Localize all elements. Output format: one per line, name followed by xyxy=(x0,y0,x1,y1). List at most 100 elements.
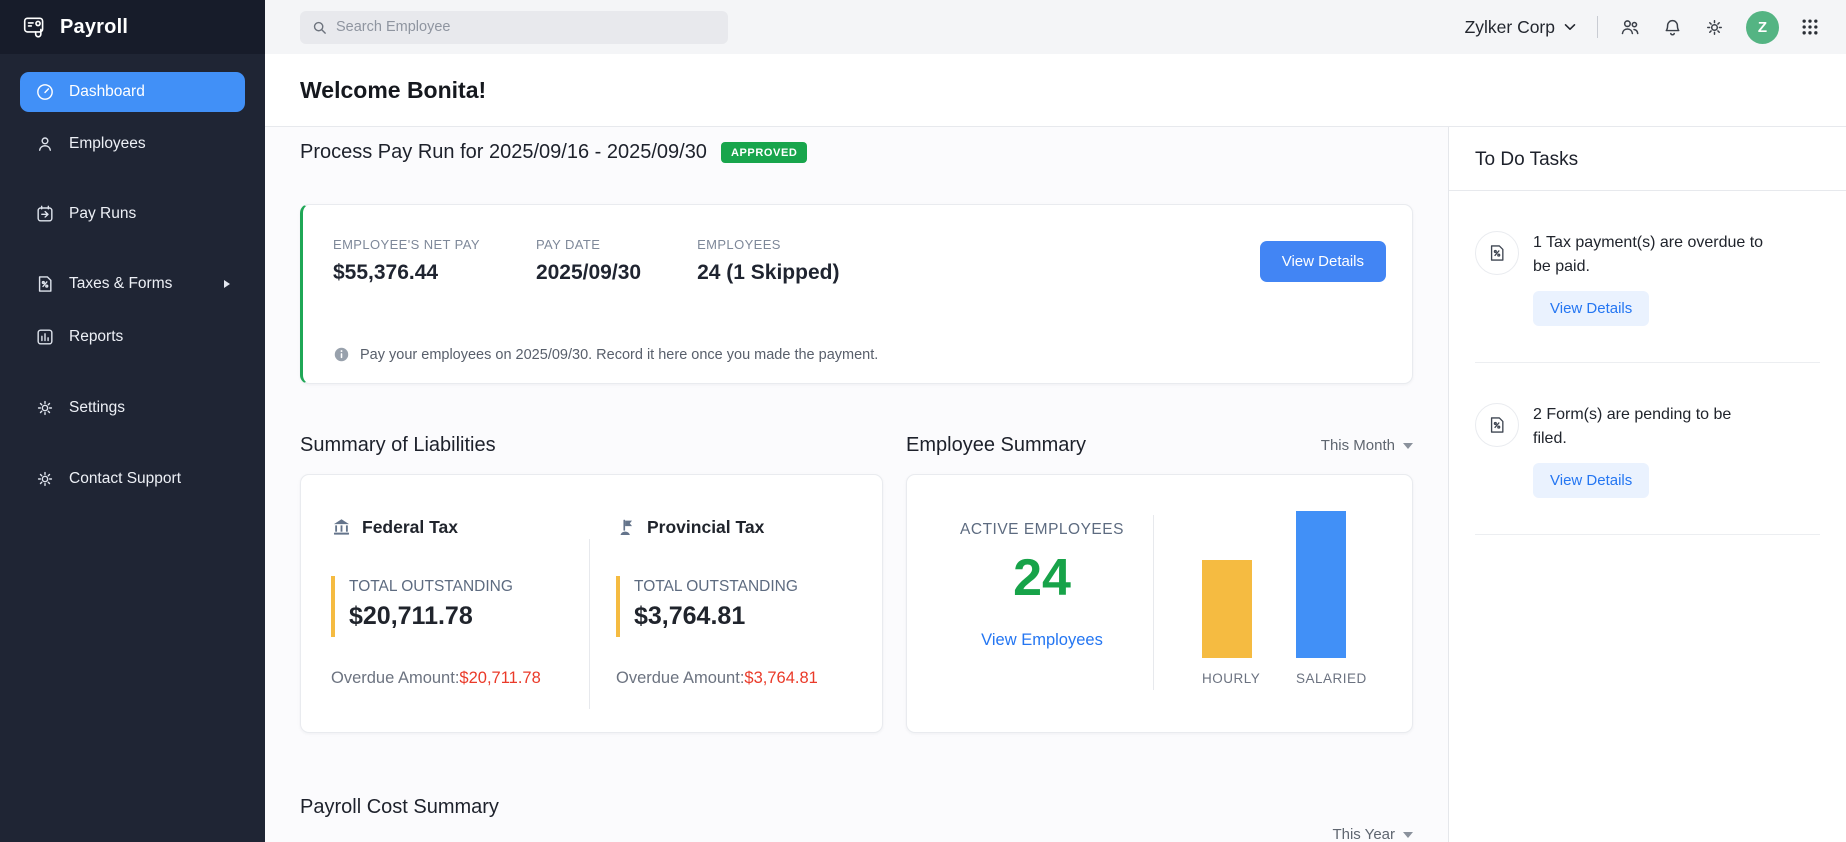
settings-gear-icon-topbar[interactable] xyxy=(1704,17,1725,38)
avatar[interactable]: Z xyxy=(1746,10,1779,44)
outstanding-label: TOTAL OUTSTANDING xyxy=(634,578,798,595)
stat-label: EMPLOYEES xyxy=(697,237,781,252)
dropdown-arrow-icon xyxy=(1403,831,1413,838)
stat-value: 24 (1 Skipped) xyxy=(697,261,840,284)
stat-label: EMPLOYEE'S NET PAY xyxy=(333,237,480,252)
org-switcher[interactable]: Zylker Corp xyxy=(1465,17,1576,38)
period-dropdown-this-year[interactable]: This Year xyxy=(1332,826,1413,842)
task-divider xyxy=(1475,534,1820,535)
period-value: This Year xyxy=(1332,826,1395,842)
tax-name: Federal Tax xyxy=(362,517,458,537)
pay-date-stat: PAY DATE 2025/09/30 xyxy=(536,237,641,285)
info-icon xyxy=(334,347,349,362)
payroll-dashboard: Payroll Dashboard Employees Pay Runs Tax… xyxy=(0,0,1846,842)
dashboard-icon xyxy=(35,82,55,102)
task-document-icon xyxy=(1475,231,1519,275)
hourly-bar xyxy=(1202,560,1252,658)
stat-label: PAY DATE xyxy=(535,237,601,252)
task-view-details-button[interactable]: View Details xyxy=(1533,463,1650,498)
sidebar-item-settings[interactable]: Settings xyxy=(20,388,245,428)
todo-task-pending-forms: 2 Form(s) are pending to be filed. View … xyxy=(1475,363,1820,535)
sidebar: Payroll Dashboard Employees Pay Runs Tax… xyxy=(0,0,265,842)
payrun-heading: Process Pay Run for 2025/09/16 - 2025/09… xyxy=(300,141,707,163)
sidebar-item-label: Reports xyxy=(69,328,124,345)
taxes-forms-icon xyxy=(35,274,55,294)
todo-heading: To Do Tasks xyxy=(1449,127,1846,191)
dropdown-arrow-icon xyxy=(1403,442,1413,449)
task-text: 1 Tax payment(s) are overdue to be paid. xyxy=(1533,234,1764,275)
sidebar-item-taxes-forms[interactable]: Taxes & Forms xyxy=(20,264,245,304)
outstanding-amount: $20,711.78 xyxy=(349,602,473,630)
topbar: Zylker Corp xyxy=(265,0,1846,54)
todo-task-tax-payments: 1 Tax payment(s) are overdue to be paid.… xyxy=(1475,191,1820,363)
column-divider xyxy=(589,539,590,709)
reports-icon xyxy=(35,327,55,347)
sidebar-item-label: Pay Runs xyxy=(69,205,137,222)
employees-icon xyxy=(35,134,55,154)
chevron-right-icon xyxy=(224,280,230,288)
period-dropdown-this-month[interactable]: This Month xyxy=(1321,437,1413,454)
overdue-label: Overdue Amount: xyxy=(616,669,745,687)
welcome-banner: Welcome Bonita! xyxy=(265,54,1846,127)
provincial-tax-column: Provincial Tax TOTAL OUTSTANDING $3,764.… xyxy=(616,517,854,732)
federal-tax-column: Federal Tax TOTAL OUTSTANDING $20,711.78… xyxy=(331,517,569,732)
app-title: Payroll xyxy=(60,15,129,38)
outstanding-label: TOTAL OUTSTANDING xyxy=(349,578,513,595)
org-name: Zylker Corp xyxy=(1464,16,1555,37)
sidebar-item-label: Settings xyxy=(69,399,126,416)
status-badge: APPROVED xyxy=(720,142,808,163)
stat-value: $55,376.44 xyxy=(333,261,439,284)
overdue-amount: $20,711.78 xyxy=(459,669,541,687)
sidebar-item-reports[interactable]: Reports xyxy=(20,317,245,357)
todo-panel: To Do Tasks 1 Tax payment(s) are overdue… xyxy=(1448,127,1846,842)
page-title: Welcome Bonita! xyxy=(300,76,487,103)
employee-summary-heading: Employee Summary xyxy=(906,434,1087,456)
active-employees-label: ACTIVE EMPLOYEES xyxy=(960,521,1124,538)
sidebar-item-dashboard[interactable]: Dashboard xyxy=(20,72,245,112)
search-box xyxy=(300,10,728,44)
payroll-cost-heading: Payroll Cost Summary xyxy=(300,796,499,818)
period-value: This Month xyxy=(1320,437,1395,454)
overdue-row: Overdue Amount:$20,711.78 xyxy=(331,669,569,688)
sidebar-item-label: Contact Support xyxy=(69,470,182,487)
payrun-note: Pay your employees on 2025/09/30. Record… xyxy=(360,346,879,363)
flag-icon xyxy=(620,519,633,536)
task-view-details-button[interactable]: View Details xyxy=(1533,291,1650,326)
tax-name: Provincial Tax xyxy=(647,517,765,537)
liabilities-card: Federal Tax TOTAL OUTSTANDING $20,711.78… xyxy=(300,474,883,733)
outstanding-amount: $3,764.81 xyxy=(634,602,746,630)
hourly-label: HOURLY xyxy=(1202,671,1261,686)
salaried-bar xyxy=(1296,511,1346,658)
employee-summary-card: ACTIVE EMPLOYEES 24 View Employees HOURL… xyxy=(906,474,1413,733)
liabilities-heading: Summary of Liabilities xyxy=(300,434,496,456)
overdue-amount: $3,764.81 xyxy=(744,669,818,687)
search-input[interactable] xyxy=(300,10,728,44)
contact-support-icon xyxy=(35,469,55,489)
dashboard-content: Process Pay Run for 2025/09/16 - 2025/09… xyxy=(265,127,1448,842)
chart-divider xyxy=(1153,515,1154,690)
app-logo: Payroll xyxy=(0,0,265,54)
employee-type-bar-chart: HOURLY SALARIED xyxy=(1160,509,1388,732)
task-document-icon xyxy=(1475,403,1519,447)
bank-building-icon xyxy=(333,519,350,535)
stat-value: 2025/09/30 xyxy=(535,261,642,284)
task-text: 2 Form(s) are pending to be filed. xyxy=(1533,406,1732,447)
sidebar-item-pay-runs[interactable]: Pay Runs xyxy=(20,194,245,234)
overdue-row: Overdue Amount:$3,764.81 xyxy=(616,669,854,688)
salaried-label: SALARIED xyxy=(1296,671,1367,686)
topbar-divider xyxy=(1597,16,1598,38)
view-employees-link[interactable]: View Employees xyxy=(981,631,1103,650)
sidebar-item-contact-support[interactable]: Contact Support xyxy=(20,459,245,499)
overdue-label: Overdue Amount: xyxy=(331,669,460,687)
sidebar-nav: Dashboard Employees Pay Runs Taxes & For… xyxy=(0,72,265,499)
net-pay-stat: EMPLOYEE'S NET PAY $55,376.44 xyxy=(333,237,480,285)
sidebar-item-employees[interactable]: Employees xyxy=(20,124,245,164)
employees-stat: EMPLOYEES 24 (1 Skipped) xyxy=(697,237,839,285)
apps-grid-icon[interactable] xyxy=(1800,17,1820,37)
users-icon[interactable] xyxy=(1619,16,1641,38)
view-details-button[interactable]: View Details xyxy=(1259,240,1386,282)
chevron-down-icon xyxy=(1564,24,1576,30)
notifications-bell-icon[interactable] xyxy=(1662,17,1683,38)
search-icon xyxy=(313,21,326,34)
sidebar-item-label: Dashboard xyxy=(69,83,145,100)
